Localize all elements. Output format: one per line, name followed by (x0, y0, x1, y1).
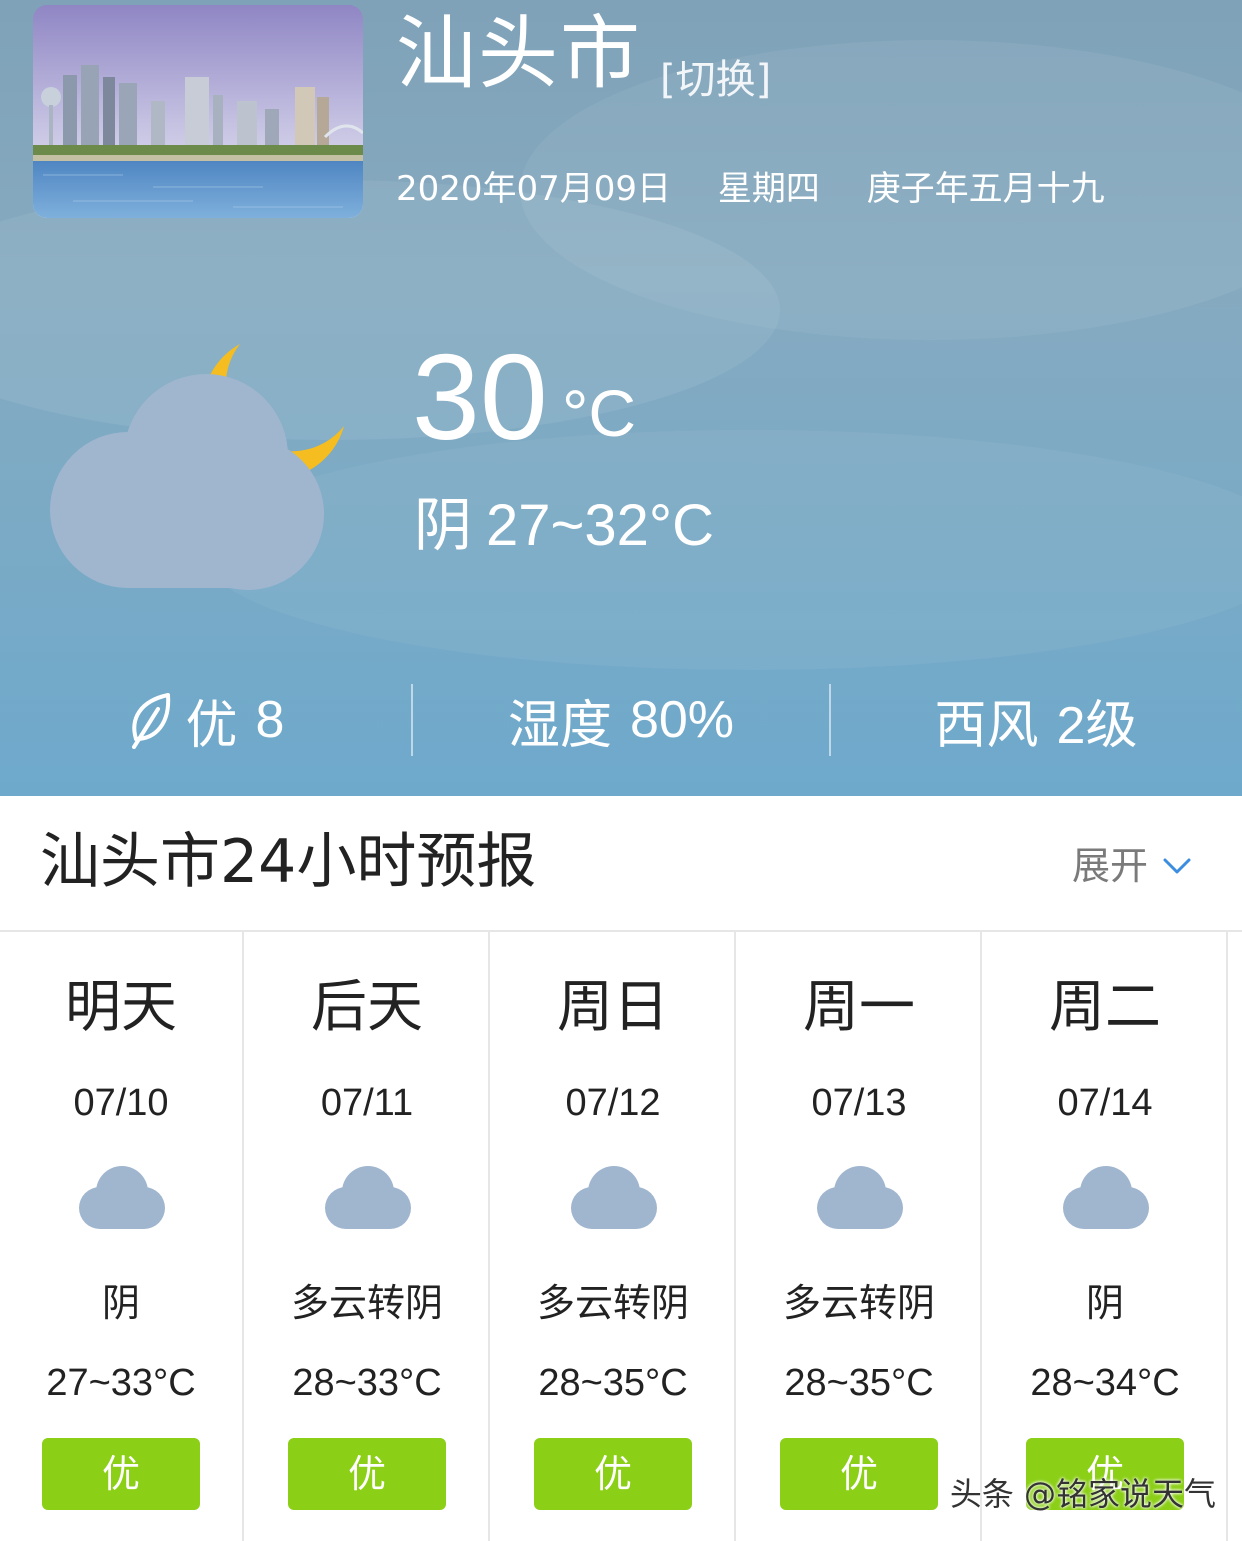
weather-stats-bar: 优8 湿度 80% 西风 2级 (0, 680, 1242, 760)
weekday-text: 星期四 (717, 169, 820, 209)
current-condition-line: 阴 27~32°C (414, 496, 714, 555)
aqi-badge: 优 (288, 1438, 446, 1510)
cloud-icon (571, 1166, 657, 1229)
day-column[interactable]: 周一 07/13 多云转阴 28~35°C 优 (738, 932, 982, 1541)
day-condition: 阴 (1085, 1281, 1124, 1325)
day-date: 07/14 (1057, 1082, 1153, 1124)
day-temperature: 28~35°C (538, 1362, 688, 1404)
day-date: 07/10 (73, 1082, 169, 1124)
day-date: 07/12 (565, 1082, 661, 1124)
humidity-stat: 湿度 80% (412, 680, 830, 760)
day-name: 明天 (65, 975, 177, 1040)
day-temperature: 27~33°C (46, 1362, 196, 1404)
cloudy-night-icon (48, 340, 358, 600)
expand-button[interactable]: 展开 (1072, 846, 1192, 886)
wind-level: 2级 (1056, 696, 1138, 755)
day-temperature: 28~33°C (292, 1362, 442, 1404)
date-line: 2020年07月09日 星期四 庚子年五月十九 (396, 172, 1105, 206)
forecast-24h-header: 汕头市24小时预报 展开 (0, 796, 1242, 932)
day-column[interactable]: 明天 07/10 阴 27~33°C 优 (0, 932, 244, 1541)
current-condition: 阴 (414, 491, 473, 559)
aqi-badge: 优 (534, 1438, 692, 1510)
stat-divider (411, 684, 413, 756)
day-column[interactable]: 周二 07/14 阴 28~34°C 优 (984, 932, 1228, 1541)
day-condition: 阴 (101, 1281, 140, 1325)
forecast-24h-title: 汕头市24小时预报 (40, 827, 537, 897)
daily-forecast: 明天 07/10 阴 27~33°C 优 后天 07/11 多云转阴 28~33… (0, 932, 1242, 1541)
day-name: 周二 (1049, 975, 1161, 1040)
expand-label: 展开 (1071, 844, 1148, 888)
wind-stat: 西风 2级 (830, 680, 1242, 760)
air-quality-stat[interactable]: 优8 (0, 680, 412, 760)
cloud-icon (79, 1166, 165, 1229)
day-condition: 多云转阴 (290, 1281, 443, 1325)
aqi-value: 8 (255, 691, 285, 749)
date-text: 2020年07月09日 (396, 169, 672, 209)
aqi-label: 优 (185, 695, 238, 756)
humidity-label: 湿度 (507, 695, 612, 756)
wind-direction: 西风 (934, 695, 1039, 756)
watermark: 头条 @铭家说天气 (949, 1475, 1216, 1513)
cloud-icon (1063, 1166, 1149, 1229)
day-condition: 多云转阴 (782, 1281, 935, 1325)
day-name: 后天 (311, 975, 423, 1040)
temperature-unit: °C (562, 376, 637, 450)
aqi-badge: 优 (42, 1438, 200, 1510)
day-condition: 多云转阴 (536, 1281, 689, 1325)
aqi-badge: 优 (780, 1438, 938, 1510)
cloud-icon (817, 1166, 903, 1229)
leaf-icon (128, 691, 174, 749)
city-name: 汕头市 (396, 7, 642, 100)
day-column[interactable]: 后天 07/11 多云转阴 28~33°C 优 (246, 932, 490, 1541)
day-column[interactable]: 周日 07/12 多云转阴 28~35°C 优 (492, 932, 736, 1541)
cloud-icon (325, 1166, 411, 1229)
stat-divider (829, 684, 831, 756)
current-temperature: 30 (412, 329, 548, 465)
current-range: 27~32°C (486, 493, 714, 558)
switch-city-link[interactable]: [切换] (660, 60, 771, 100)
humidity-value: 80% (629, 691, 735, 749)
day-temperature: 28~35°C (784, 1362, 934, 1404)
day-temperature: 28~34°C (1030, 1362, 1180, 1404)
chevron-down-icon (1163, 858, 1191, 874)
current-weather-panel: 汕头市 [切换] 2020年07月09日 星期四 庚子年五月十九 30 °C 阴… (0, 0, 1242, 796)
day-name: 周日 (557, 975, 669, 1040)
city-skyline-photo (33, 5, 363, 218)
lunar-date-text: 庚子年五月十九 (866, 169, 1105, 209)
day-date: 07/13 (811, 1082, 907, 1124)
day-name: 周一 (803, 975, 915, 1040)
day-date: 07/11 (320, 1082, 414, 1124)
